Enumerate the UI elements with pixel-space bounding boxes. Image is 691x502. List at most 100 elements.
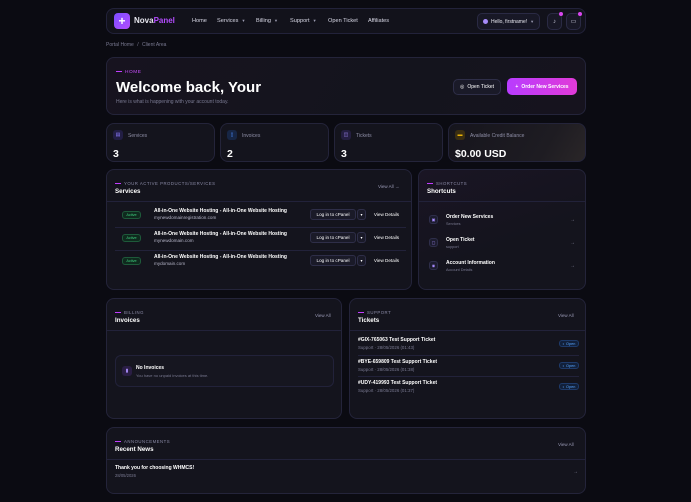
services-panel: YOUR ACTIVE PRODUCTS/SERVICES Services V… bbox=[106, 169, 412, 290]
user-icon: ◉ bbox=[429, 261, 438, 270]
news-title: Recent News bbox=[115, 446, 154, 453]
invoices-view-all[interactable]: View All bbox=[315, 313, 331, 318]
stat-value: 3 bbox=[113, 148, 119, 160]
news-item[interactable]: Thank you for choosing WHMCS! 28/05/2026… bbox=[115, 465, 578, 483]
divider bbox=[115, 227, 406, 228]
hero-subtitle: Here is what is happening with your acco… bbox=[116, 99, 229, 105]
ticket-icon: ◎ bbox=[459, 84, 465, 90]
login-cpanel-button[interactable]: Log in to cPanel bbox=[310, 209, 356, 220]
cart-button[interactable]: ▭ bbox=[566, 12, 582, 30]
cart-icon: ▣ bbox=[429, 215, 438, 224]
status-badge: Active bbox=[122, 234, 141, 242]
service-domain: mynewdomainregistration.com bbox=[154, 215, 217, 220]
view-details-button[interactable]: View Details bbox=[368, 255, 405, 266]
invoices-eyebrow: BILLING bbox=[115, 310, 144, 315]
open-ticket-label: Open Ticket bbox=[467, 84, 495, 90]
login-dropdown-button[interactable]: ▾ bbox=[357, 232, 366, 243]
view-details-button[interactable]: View Details bbox=[368, 209, 405, 220]
nav-services[interactable]: Services ▼ bbox=[217, 18, 245, 24]
hero-eyebrow-text: HOME bbox=[125, 70, 142, 75]
services-title: Services bbox=[115, 188, 141, 195]
stat-label: Available Credit Balance bbox=[470, 133, 525, 139]
service-row: Active All-in-One Website Hosting - All-… bbox=[115, 254, 406, 272]
nav-open-ticket[interactable]: Open Ticket bbox=[328, 18, 358, 24]
notifications-button[interactable]: ♪ bbox=[547, 12, 563, 30]
shortcut-subtitle: support bbox=[446, 245, 459, 249]
brand-name-b: Panel bbox=[153, 16, 175, 25]
service-name[interactable]: All-in-One Website Hosting - All-in-One … bbox=[154, 208, 287, 214]
view-all-label: View All bbox=[378, 184, 394, 189]
stat-card-credit[interactable]: ▬ Available Credit Balance $0.00 USD bbox=[448, 123, 586, 162]
nav-affiliates[interactable]: Affiliates bbox=[368, 18, 389, 24]
open-ticket-button[interactable]: ◎ Open Ticket bbox=[453, 79, 501, 95]
divider bbox=[107, 459, 585, 460]
stat-value: $0.00 USD bbox=[455, 148, 507, 160]
shortcut-title: Account Information bbox=[446, 260, 495, 266]
stat-label: Invoices bbox=[242, 133, 261, 139]
chevron-down-icon: ▼ bbox=[312, 18, 317, 23]
service-name[interactable]: All-in-One Website Hosting - All-in-One … bbox=[154, 254, 287, 260]
stat-label: Services bbox=[128, 133, 148, 139]
brand-name-a: Nova bbox=[134, 16, 154, 25]
nav-billing[interactable]: Billing ▼ bbox=[256, 18, 278, 24]
brand-logo[interactable]: NovaPanel bbox=[134, 16, 175, 25]
login-cpanel-button[interactable]: Log in to cPanel bbox=[310, 232, 356, 243]
ticket-row[interactable]: #UDY-419993 Test Support Ticket Support … bbox=[358, 380, 579, 398]
services-view-all[interactable]: View All → bbox=[378, 184, 399, 189]
stat-card-tickets[interactable]: ◫ Tickets 3 bbox=[334, 123, 443, 162]
breadcrumb-home[interactable]: Portal Home bbox=[106, 42, 134, 48]
shortcut-account-information[interactable]: ◉ Account Information Account Details → bbox=[427, 257, 579, 277]
service-domain: mynewdomain.com bbox=[154, 238, 194, 243]
stat-value: 2 bbox=[227, 148, 233, 160]
ticket-title: #BYE-659809 Test Support Ticket bbox=[358, 359, 438, 365]
cart-dot bbox=[578, 12, 582, 16]
service-name[interactable]: All-in-One Website Hosting - All-in-One … bbox=[154, 231, 287, 237]
arrow-right-icon: → bbox=[570, 217, 575, 223]
tickets-view-all[interactable]: View All bbox=[558, 313, 574, 318]
breadcrumb-current: Client Area bbox=[141, 42, 167, 48]
news-view-all[interactable]: View All bbox=[558, 442, 574, 447]
logo-plus-icon[interactable]: + bbox=[114, 13, 130, 29]
shortcut-open-ticket[interactable]: ▢ Open Ticket support → bbox=[427, 234, 579, 254]
nav-support[interactable]: Support ▼ bbox=[290, 18, 317, 24]
login-dropdown-button[interactable]: ▾ bbox=[357, 255, 366, 266]
shortcut-title: Open Ticket bbox=[446, 237, 475, 243]
service-domain: mydomain.com bbox=[154, 261, 186, 266]
ticket-row[interactable]: #BYE-659809 Test Support Ticket Support … bbox=[358, 359, 579, 377]
top-navbar: + NovaPanel Home Services ▼ Billing ▼ Supp… bbox=[106, 8, 586, 34]
service-row: Active All-in-One Website Hosting - All-… bbox=[115, 231, 406, 249]
arrow-right-icon: → bbox=[570, 263, 575, 269]
user-menu-button[interactable]: Hello, firstname! ▼ bbox=[477, 13, 540, 30]
ticket-row[interactable]: #GIX-765063 Test Support Ticket Support … bbox=[358, 337, 579, 355]
shortcut-order-new-services[interactable]: ▣ Order New Services Services → bbox=[427, 211, 579, 231]
order-new-services-button[interactable]: + Order New Services bbox=[507, 78, 577, 95]
status-badge: • Open bbox=[559, 383, 579, 390]
nav-home[interactable]: Home bbox=[192, 18, 207, 24]
view-details-button[interactable]: View Details bbox=[368, 232, 405, 243]
stat-card-services[interactable]: ▤ Services 3 bbox=[106, 123, 215, 162]
status-text: Open bbox=[566, 363, 576, 368]
services-eyebrow-text: YOUR ACTIVE PRODUCTS/SERVICES bbox=[124, 181, 216, 186]
invoice-icon: ▯ bbox=[227, 130, 237, 140]
chevron-down-icon: ▼ bbox=[530, 19, 535, 24]
stat-card-invoices[interactable]: ▯ Invoices 2 bbox=[220, 123, 329, 162]
services-eyebrow: YOUR ACTIVE PRODUCTS/SERVICES bbox=[115, 181, 216, 186]
divider bbox=[358, 355, 579, 356]
order-new-label: Order New Services bbox=[521, 83, 569, 90]
chevron-down-icon: ▾ bbox=[360, 212, 363, 217]
shortcuts-title: Shortcuts bbox=[427, 188, 456, 195]
login-dropdown-button[interactable]: ▾ bbox=[357, 209, 366, 220]
divider bbox=[107, 201, 411, 202]
ticket-icon: ▢ bbox=[429, 238, 438, 247]
page-title: Welcome back, Your bbox=[116, 79, 262, 96]
services-icon: ▤ bbox=[113, 130, 123, 140]
login-cpanel-button[interactable]: Log in to cPanel bbox=[310, 255, 356, 266]
arrow-right-icon: → bbox=[573, 469, 578, 475]
notification-dot bbox=[559, 12, 563, 16]
arrow-right-icon: → bbox=[394, 184, 400, 189]
nav-support-label: Support bbox=[290, 18, 310, 24]
user-greeting: Hello, firstname! bbox=[491, 18, 528, 25]
plus-icon: + bbox=[515, 83, 519, 90]
divider bbox=[419, 201, 585, 202]
nav-services-label: Services bbox=[217, 18, 239, 24]
